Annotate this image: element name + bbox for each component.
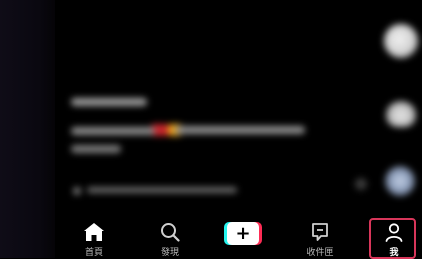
tab-discover-label: 發現	[160, 248, 179, 258]
profile-icon	[384, 218, 404, 242]
tab-inbox-label: 收件匣	[306, 248, 334, 258]
tab-me-label: 我	[389, 248, 399, 258]
video-caption-line	[71, 127, 155, 135]
video-caption-line	[71, 145, 121, 153]
home-icon	[83, 218, 105, 242]
create-button[interactable]: +	[224, 222, 262, 245]
bottom-tab-bar: 首頁 發現 + 收件匣 我	[55, 212, 422, 259]
plus-icon: +	[235, 222, 251, 244]
tab-me[interactable]: 我	[369, 212, 419, 258]
music-marquee-end	[355, 178, 367, 190]
creator-username[interactable]	[71, 98, 147, 106]
creator-avatar[interactable]	[384, 24, 418, 58]
video-feed[interactable]	[55, 0, 422, 212]
inbox-icon	[310, 218, 330, 242]
like-icon[interactable]	[386, 101, 416, 127]
tab-inbox[interactable]: 收件匣	[295, 212, 345, 258]
tab-home-label: 首頁	[84, 248, 103, 258]
music-title[interactable]	[87, 187, 237, 193]
tab-home[interactable]: 首頁	[69, 212, 119, 258]
video-caption-line	[175, 126, 305, 134]
search-icon	[160, 218, 180, 242]
music-disc-icon[interactable]	[385, 166, 415, 196]
tab-discover[interactable]: 發現	[145, 212, 195, 258]
left-edge-strip	[0, 0, 55, 258]
music-note-icon	[73, 187, 81, 195]
